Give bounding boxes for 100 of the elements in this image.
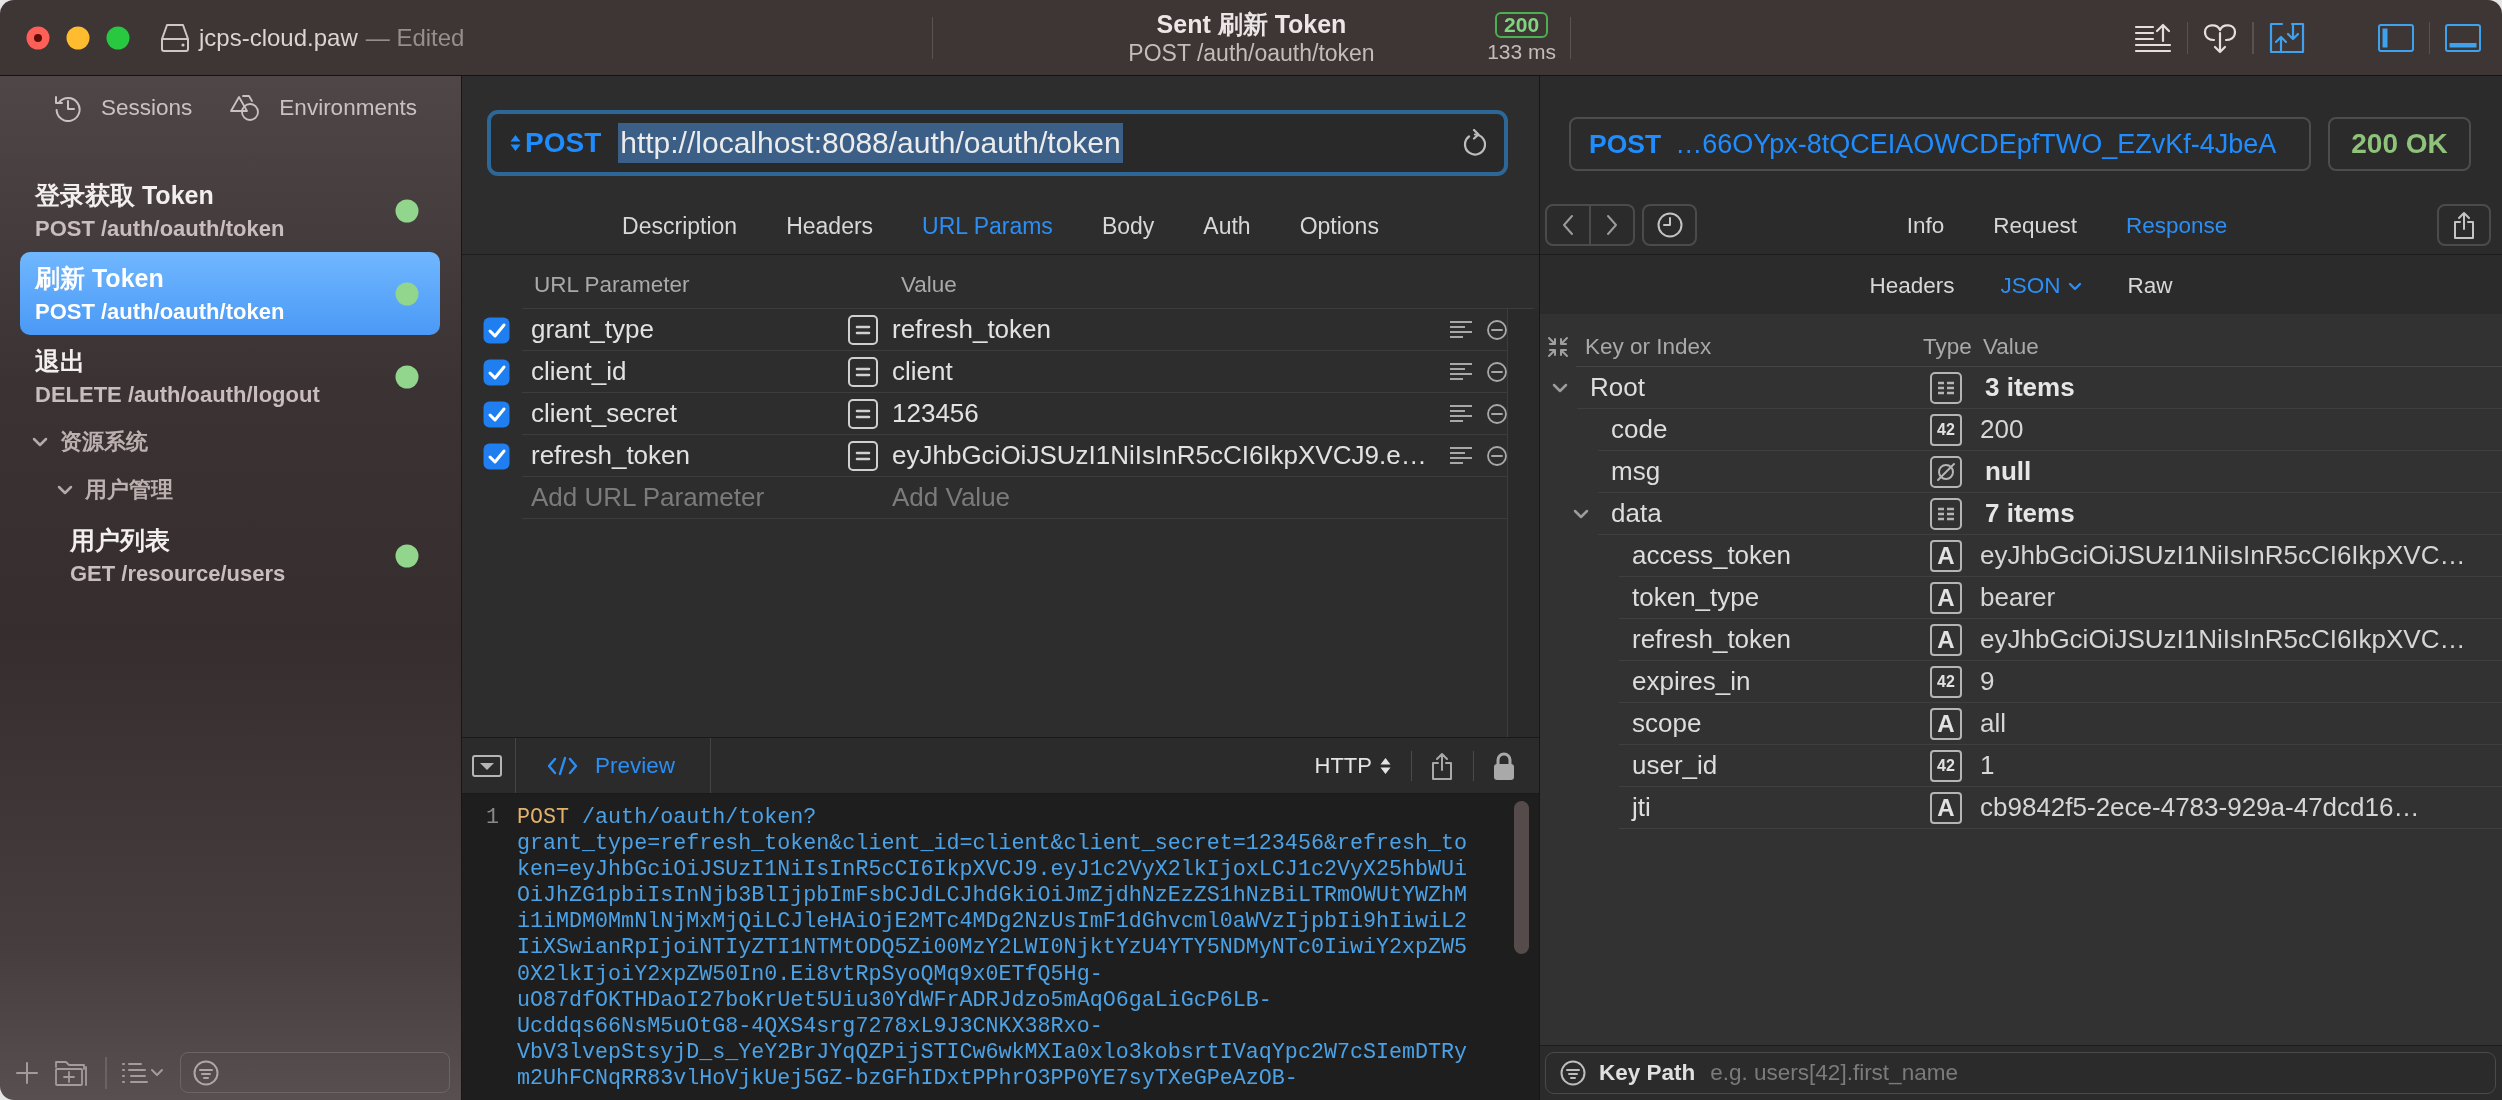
zoom-button[interactable] bbox=[106, 25, 130, 50]
json-key: token_type bbox=[1619, 582, 1930, 613]
drive-icon bbox=[161, 22, 189, 53]
json-value: eyJhbGciOiJSUzI1NiIsInR5cCI6IkpXVC… bbox=[1980, 624, 2467, 655]
bottom-panel-icon[interactable] bbox=[2445, 23, 2481, 52]
param-value-field[interactable]: refresh_token bbox=[878, 314, 1450, 345]
checkbox[interactable] bbox=[483, 316, 510, 344]
equals-icon[interactable] bbox=[848, 440, 878, 471]
param-name-field[interactable]: grant_type bbox=[522, 314, 848, 345]
tab[interactable]: JSON bbox=[2000, 271, 2082, 301]
json-key: access_token bbox=[1619, 540, 1930, 571]
sidebar-tab[interactable]: Environments bbox=[230, 94, 417, 122]
minimize-button[interactable] bbox=[66, 25, 90, 50]
minus-circle-icon[interactable] bbox=[1487, 445, 1507, 466]
left-panel-icon[interactable] bbox=[2377, 23, 2414, 52]
status-dot-icon bbox=[395, 198, 419, 223]
method-dropdown[interactable]: POST bbox=[510, 127, 602, 159]
minus-circle-icon[interactable] bbox=[1487, 403, 1507, 424]
tab[interactable]: Raw bbox=[2127, 271, 2173, 301]
preview-tab[interactable]: Preview bbox=[515, 738, 711, 793]
align-left-icon[interactable] bbox=[1450, 445, 1472, 466]
tab[interactable]: Description bbox=[622, 211, 738, 241]
status-code-badge: 200 bbox=[1495, 11, 1549, 38]
null-type-icon bbox=[1930, 455, 1962, 488]
tab[interactable]: Headers bbox=[786, 211, 874, 241]
back-button[interactable] bbox=[1545, 204, 1591, 246]
minus-circle-icon[interactable] bbox=[1487, 319, 1507, 340]
json-key: refresh_token bbox=[1619, 624, 1930, 655]
chevron-down-icon[interactable] bbox=[1573, 509, 1589, 519]
param-name-field[interactable]: client_secret bbox=[522, 398, 848, 429]
param-name-field[interactable]: client_id bbox=[522, 356, 848, 387]
type-tag: A bbox=[1930, 791, 1962, 824]
param-value-field[interactable]: Add Value bbox=[878, 480, 1450, 515]
json-key: code bbox=[1598, 414, 1930, 445]
param-value-field[interactable]: eyJhbGciOiJSUzI1NiIsInR5cCI6IkpXVCJ9.e… bbox=[878, 440, 1450, 471]
key-path-field[interactable]: Key Path e.g. users[42].first_name bbox=[1545, 1052, 2496, 1094]
request-url: …66OYpx-8tQCEIAOWCDEpfTWO_EZvKf-4JbeA bbox=[1675, 128, 2277, 160]
checkbox[interactable] bbox=[483, 442, 510, 470]
tab[interactable]: Request bbox=[1993, 211, 2077, 241]
equals-icon[interactable] bbox=[848, 398, 878, 429]
sync-arrows-icon[interactable] bbox=[2268, 21, 2305, 54]
request-item[interactable]: 用户列表 GET /resource/users bbox=[20, 514, 440, 597]
activity-subtitle: POST /auth/oauth/token bbox=[1128, 38, 1375, 67]
tab[interactable]: URL Params bbox=[922, 211, 1053, 241]
equals-icon[interactable] bbox=[848, 314, 878, 345]
checkbox[interactable] bbox=[483, 358, 510, 386]
filter-field[interactable] bbox=[179, 1052, 450, 1093]
share-button[interactable] bbox=[2437, 204, 2491, 246]
lock-icon[interactable] bbox=[1493, 750, 1515, 781]
tab[interactable]: Auth bbox=[1203, 211, 1251, 241]
json-key: user_id bbox=[1619, 750, 1930, 781]
code-text: POST /auth/oauth/token? grant_type=refresh_token&client_id=client&client_secret=123456&refresh_to ken=eyJhbGciOiJSUzI1NiIsInR5cCI6IkpXVCJ9.eyJ1c2VyX2lkIjoxLCJ1c2VyX25hbWUi OiJhZG1pbiIsInNjb3BlIjpbImFsbCJdLCJhdGkiOiJmZjdhNzEzZS1hNzBiLTRmOWUtYWZhM i1iMDM0MmNlNjMxMjQiLCJleHAiOjE2MTc4MDg2NzUsImF1dGhvcml0aWVzIjpbIi9hIiwiL2 IiXSwianRpIjoiNTIyZTI1NTMtODQ5Zi00MzY2LWI0NjktYzU4YTY5NDMyNTc0IiwiY2xpZW5 0X2lkIjoiY2xpZW50In0.Ei8vtRpSyoQMq9x0ETfQ5Hg- uO87dfOKTHDaoI27boKrUet5Uiu30YdWFrADRJdzo5mAqO6gaLiGcP6LB- Ucddqs66NsM5uOtG8-4QXS4srg7278xL9J3CNKX38Rxo- VbV3lvepStsyjD_s_YeY2BrJYqQZPijSTICw6wkMXIa0xlo3kobsrtIVaqYpc2W7cSIemDTRy m2UhFCNqRR83vlHoVjkUej5GZ-bzGFhIDxtPPhrO3PP0YE7syTXeGPeAzOB- bbox=[517, 804, 1469, 1093]
checkbox[interactable] bbox=[483, 400, 510, 428]
history-button[interactable] bbox=[1642, 204, 1697, 246]
plus-icon[interactable] bbox=[16, 1061, 38, 1084]
scrollbar[interactable] bbox=[1514, 801, 1529, 954]
request-method: POST bbox=[1589, 128, 1662, 160]
folder-plus-icon[interactable] bbox=[54, 1058, 88, 1087]
forward-button[interactable] bbox=[1591, 204, 1635, 246]
url-field[interactable]: POST http://localhost:8088/auth/oauth/token bbox=[487, 110, 1508, 176]
dropdown-toggle-icon[interactable] bbox=[472, 754, 502, 777]
param-value-field[interactable]: 123456 bbox=[878, 398, 1450, 429]
download-icon[interactable] bbox=[2203, 21, 2237, 54]
collapse-icon[interactable] bbox=[1547, 336, 1569, 358]
tab[interactable]: Headers bbox=[1869, 271, 1955, 301]
folder-item[interactable]: 资源系统 bbox=[0, 418, 461, 466]
list-type-icon bbox=[1930, 371, 1962, 404]
equals-icon[interactable] bbox=[848, 356, 878, 387]
sidebar-tab[interactable]: Sessions bbox=[54, 94, 193, 122]
minus-circle-icon[interactable] bbox=[1487, 361, 1507, 382]
request-item[interactable]: 退出 DELETE /auth/oauth/logout bbox=[20, 335, 440, 418]
param-name-field[interactable]: Add URL Parameter bbox=[522, 480, 848, 515]
tab[interactable]: Options bbox=[1299, 211, 1379, 241]
align-left-icon[interactable] bbox=[1450, 361, 1472, 382]
status-dot-icon bbox=[395, 281, 419, 306]
key-path-input[interactable]: e.g. users[42].first_name bbox=[1708, 1058, 2495, 1088]
request-item[interactable]: 登录获取 Token POST /auth/oauth/token bbox=[20, 169, 440, 252]
type-tag: A bbox=[1930, 581, 1962, 614]
close-button[interactable] bbox=[26, 25, 50, 50]
url-text[interactable]: http://localhost:8088/auth/oauth/token bbox=[618, 123, 1123, 163]
param-value-field[interactable]: client bbox=[878, 356, 1450, 387]
align-left-icon[interactable] bbox=[1450, 319, 1472, 340]
align-left-icon[interactable] bbox=[1450, 403, 1472, 424]
chevron-right-icon bbox=[1606, 214, 1618, 236]
tab[interactable]: Info bbox=[1906, 211, 1945, 241]
chevron-down-icon[interactable] bbox=[57, 485, 73, 495]
chevron-down-icon[interactable] bbox=[1552, 383, 1568, 393]
param-name-field[interactable]: refresh_token bbox=[522, 440, 848, 471]
json-value: 1 bbox=[1980, 750, 1996, 781]
json-value: all bbox=[1980, 708, 2007, 739]
json-value: 200 bbox=[1980, 414, 2025, 445]
folder-item[interactable]: 用户管理 bbox=[0, 466, 461, 514]
filter-icon bbox=[192, 1059, 219, 1086]
chevron-down-icon[interactable] bbox=[32, 437, 48, 447]
share-icon[interactable] bbox=[1431, 751, 1453, 780]
response-time: 133 ms bbox=[1487, 39, 1556, 64]
list-upload-icon[interactable] bbox=[2133, 22, 2172, 53]
format-dropdown[interactable]: HTTP bbox=[1314, 752, 1391, 779]
tab[interactable]: Body bbox=[1101, 211, 1155, 241]
tab[interactable]: Response bbox=[2126, 211, 2228, 241]
